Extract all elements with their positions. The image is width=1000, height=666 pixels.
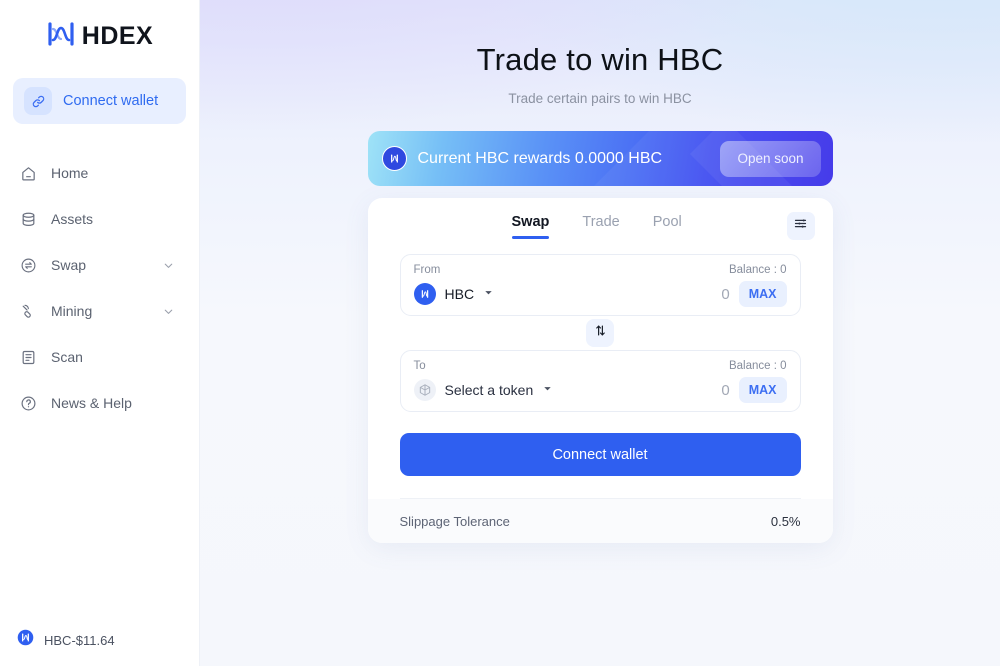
to-balance: Balance : 0 — [728, 360, 787, 372]
mining-icon — [17, 303, 39, 320]
app-logo-text: HDEX — [81, 21, 154, 50]
sidebar-item-news-help-label: News & Help — [51, 395, 132, 411]
swap-card-tabs-row: Swap Trade Pool — [368, 198, 833, 254]
swap-icon — [17, 257, 39, 274]
sidebar-item-swap[interactable]: Swap — [0, 242, 199, 288]
tab-trade[interactable]: Trade — [582, 214, 619, 239]
from-token-selector[interactable]: HBC — [413, 283, 495, 305]
from-max-button[interactable]: MAX — [738, 281, 787, 307]
sidebar-item-home[interactable]: Home — [0, 150, 199, 196]
to-token-selector[interactable]: Select a token — [413, 379, 554, 401]
sidebar-item-news-help[interactable]: News & Help — [0, 380, 199, 426]
sidebar-connect-wallet-label: Connect wallet — [63, 93, 159, 109]
hbc-coin-icon — [17, 629, 34, 651]
swap-tabs: Swap Trade Pool — [511, 214, 682, 239]
home-icon — [17, 165, 39, 182]
page-title: Trade to win HBC — [476, 42, 724, 77]
scan-icon — [17, 349, 39, 366]
sidebar-item-mining-label: Mining — [51, 303, 93, 319]
cube-placeholder-icon — [413, 379, 436, 401]
to-amount-input[interactable] — [639, 381, 730, 399]
swap-direction-row — [400, 316, 801, 350]
slippage-row: Slippage Tolerance 0.5% — [367, 499, 833, 543]
swap-card: Swap Trade Pool From Balance: 0 HBC 0 M… — [367, 198, 833, 543]
sidebar: HDEX Connect wallet Home Assets Swap Min… — [0, 0, 200, 666]
hdex-logo-mark-icon — [46, 21, 76, 52]
tab-swap[interactable]: Swap — [511, 214, 549, 239]
from-caption: From — [413, 264, 441, 276]
app-logo[interactable]: HDEX — [0, 0, 199, 70]
chevron-down-icon[interactable] — [162, 305, 175, 318]
from-token-name: HBC — [444, 286, 475, 302]
sidebar-price-label: HBC-$11.64 — [44, 632, 115, 648]
to-max-button[interactable]: MAX — [738, 377, 787, 403]
reward-banner-text: Current HBC rewards 0.0000 HBC — [417, 149, 663, 167]
slippage-value[interactable]: 0.5% — [771, 514, 801, 529]
hbc-coin-icon — [413, 283, 436, 305]
tab-pool[interactable]: Pool — [653, 214, 682, 239]
app-root: HDEX Connect wallet Home Assets Swap Min… — [0, 0, 1000, 666]
settings-button[interactable] — [786, 212, 815, 240]
open-soon-button[interactable]: Open soon — [720, 140, 821, 177]
sidebar-item-assets-label: Assets — [51, 211, 94, 227]
hbc-coin-icon — [381, 146, 407, 171]
sidebar-price-footer[interactable]: HBC-$11.64 — [0, 614, 200, 666]
swap-direction-button[interactable] — [586, 319, 614, 347]
swap-vertical-icon — [593, 323, 608, 343]
swap-card-body: From Balance : 0 HBC 0 MAX To Balance: … — [368, 254, 833, 499]
chevron-down-icon — [542, 381, 553, 399]
sidebar-item-scan-label: Scan — [51, 349, 83, 365]
reward-banner: Current HBC rewards 0.0000 HBC Open soon — [367, 131, 833, 186]
sidebar-item-home-label: Home — [51, 165, 89, 181]
sidebar-item-swap-label: Swap — [51, 257, 87, 273]
sidebar-item-mining[interactable]: Mining — [0, 288, 199, 334]
connect-wallet-button[interactable]: Connect wallet — [399, 433, 801, 476]
chevron-down-icon[interactable] — [162, 259, 175, 272]
main-content: Trade to win HBC Trade certain pairs to … — [200, 0, 1000, 666]
chevron-down-icon — [483, 285, 494, 303]
sliders-icon — [793, 216, 808, 236]
from-amount-input[interactable] — [639, 285, 730, 303]
to-panel: To Balance : 0 Select a token 0 MAX — [399, 350, 801, 412]
help-icon — [17, 395, 39, 412]
assets-icon — [17, 211, 39, 228]
sidebar-connect-wallet-button[interactable]: Connect wallet — [13, 78, 186, 124]
slippage-label: Slippage Tolerance — [399, 513, 510, 529]
sidebar-item-assets[interactable]: Assets — [0, 196, 199, 242]
link-icon — [24, 87, 52, 115]
page-subtitle: Trade certain pairs to win HBC — [508, 91, 692, 106]
from-balance: Balance : 0 — [728, 264, 787, 276]
to-caption: To — [413, 360, 426, 372]
from-panel: From Balance : 0 HBC 0 MAX — [399, 254, 801, 316]
to-token-name: Select a token — [444, 382, 534, 398]
sidebar-nav: Home Assets Swap Mining Scan News & Help — [0, 150, 199, 426]
sidebar-item-scan[interactable]: Scan — [0, 334, 199, 380]
